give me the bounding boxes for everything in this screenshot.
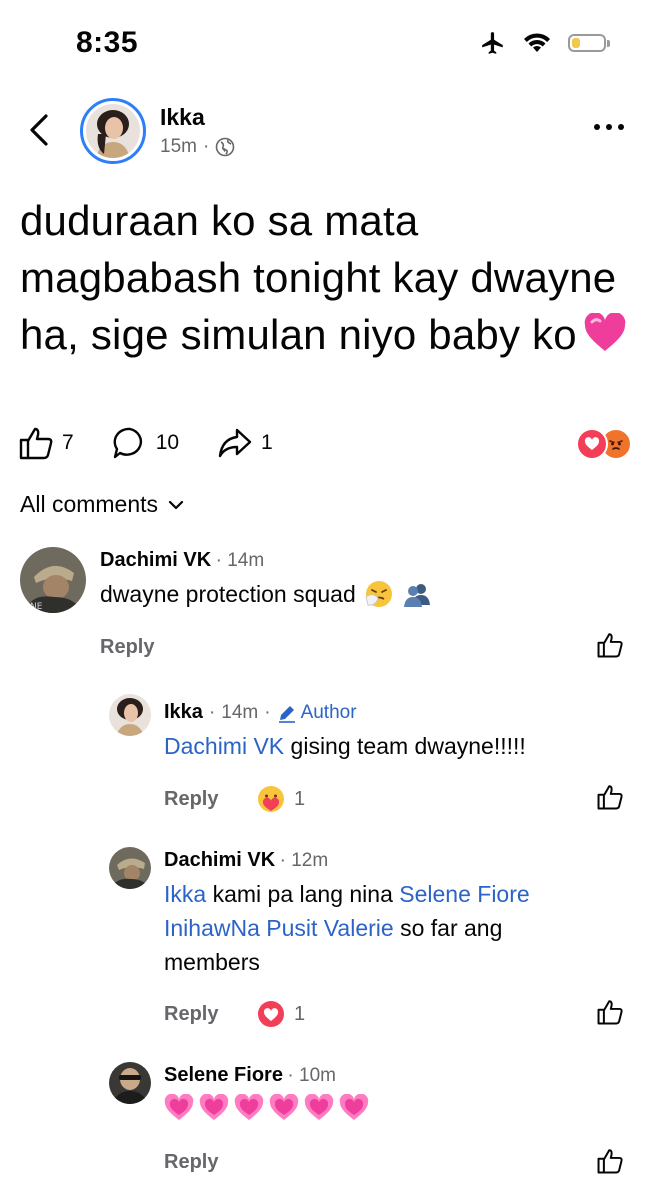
- reply-header: Ikka · 14m · Author: [164, 701, 357, 724]
- wifi-icon: [524, 33, 550, 52]
- care-reaction-icon: [258, 786, 284, 812]
- growing-heart-icon: [199, 1094, 229, 1120]
- reply-time: 14m: [221, 701, 259, 723]
- pencil-icon: [278, 705, 295, 723]
- status-icons: [480, 30, 610, 56]
- growing-heart-icon: [304, 1094, 334, 1120]
- reply-body: Dachimi VK gising team dwayne!!!!!: [164, 729, 526, 763]
- growing-heart-icon: [339, 1094, 369, 1120]
- meta-separator: ·: [202, 136, 210, 157]
- reply-text: kami pa lang nina: [206, 881, 400, 907]
- reply-author-name[interactable]: Dachimi VK: [164, 849, 275, 871]
- growing-heart-icon: [164, 1094, 194, 1120]
- reply-time: 12m: [291, 850, 329, 871]
- like-count: 7: [62, 431, 74, 454]
- like-icon: [597, 785, 623, 810]
- mention-link[interactable]: Dachimi VK: [164, 733, 284, 759]
- reply-button[interactable]: Reply: [100, 636, 154, 659]
- reply-avatar[interactable]: [109, 694, 151, 736]
- reply-button[interactable]: Reply: [164, 788, 218, 811]
- like-icon: [597, 633, 623, 658]
- reply-time: 10m: [299, 1065, 336, 1086]
- comment-like-button[interactable]: [596, 632, 624, 663]
- battery-icon: [568, 34, 610, 52]
- chevron-down-icon: [168, 500, 184, 509]
- mention-link[interactable]: InihawNa Pusit Valerie: [164, 915, 394, 941]
- comment-like-button[interactable]: [596, 784, 624, 815]
- comment-count: 10: [155, 431, 180, 454]
- love-reaction-icon: [258, 1001, 284, 1027]
- love-reaction-icon: [576, 428, 608, 460]
- like-icon: [597, 1149, 623, 1174]
- reply-author-name[interactable]: Ikka: [164, 701, 203, 724]
- more-icon[interactable]: [594, 124, 624, 130]
- comments-filter-label: All comments: [20, 491, 159, 517]
- mention-link[interactable]: Selene Fiore: [399, 881, 529, 907]
- post-meta: 15m ·: [160, 136, 235, 158]
- reaction-count-value: 1: [294, 787, 306, 810]
- like-button[interactable]: 7: [18, 426, 74, 460]
- airplane-icon: [482, 32, 503, 54]
- reply-header: Dachimi VK · 12m: [164, 849, 329, 871]
- reaction-count[interactable]: 1: [256, 999, 305, 1029]
- share-count: 1: [261, 431, 273, 454]
- post-body: duduraan ko sa mata magbabash tonight ka…: [20, 192, 640, 367]
- like-icon: [19, 427, 53, 460]
- author-avatar[interactable]: [80, 98, 146, 164]
- share-button[interactable]: 1: [217, 427, 273, 459]
- author-badge-label: Author: [300, 701, 357, 723]
- reaction-summary[interactable]: [576, 428, 632, 460]
- growing-heart-icon: [234, 1094, 264, 1120]
- back-arrow-icon[interactable]: [26, 112, 52, 153]
- reply-button[interactable]: Reply: [164, 1151, 218, 1174]
- comment-author-name[interactable]: Dachimi VK: [100, 549, 211, 571]
- busts-icon: [403, 584, 430, 607]
- status-time: 8:35: [76, 26, 139, 59]
- comment-body: dwayne protection squad: [100, 577, 432, 611]
- reply-avatar[interactable]: [109, 1062, 151, 1104]
- comment-icon: [113, 427, 142, 459]
- comment-button[interactable]: 10: [112, 426, 179, 460]
- comment-like-button[interactable]: [596, 1148, 624, 1179]
- comment-like-button[interactable]: [596, 999, 624, 1030]
- svg-text:NE: NE: [30, 602, 43, 612]
- post-actions: 7 10 1: [18, 426, 311, 460]
- share-icon: [218, 428, 252, 458]
- reply-body: [164, 1094, 369, 1122]
- reply-text: gising team dwayne!!!!!: [284, 733, 526, 759]
- like-icon: [597, 1000, 623, 1025]
- post-author-name[interactable]: Ikka: [160, 104, 205, 131]
- post-age: 15m: [160, 136, 197, 157]
- reaction-count[interactable]: 1: [256, 784, 305, 814]
- comment-time: 14m: [227, 550, 265, 571]
- reply-avatar[interactable]: [109, 847, 151, 889]
- growing-heart-icon: [269, 1094, 299, 1120]
- sneezing-face-icon: [365, 581, 392, 607]
- comment-avatar[interactable]: NE: [20, 547, 86, 613]
- reply-button[interactable]: Reply: [164, 1003, 218, 1026]
- comment-header: Dachimi VK · 14m: [100, 549, 265, 571]
- reply-author-name[interactable]: Selene Fiore: [164, 1064, 283, 1086]
- post-text: duduraan ko sa mata magbabash tonight ka…: [20, 197, 617, 358]
- reaction-count-value: 1: [294, 1002, 306, 1025]
- globe-icon: [215, 137, 235, 157]
- comments-filter[interactable]: All comments: [20, 491, 184, 518]
- comment-text: dwayne protection squad: [100, 581, 356, 607]
- reply-body: Ikka kami pa lang nina Selene Fiore Inih…: [164, 877, 604, 979]
- author-badge: Author: [277, 702, 357, 724]
- reply-header: Selene Fiore · 10m: [164, 1064, 336, 1086]
- mention-link[interactable]: Ikka: [164, 881, 206, 907]
- heart-emoji-icon: [583, 310, 627, 367]
